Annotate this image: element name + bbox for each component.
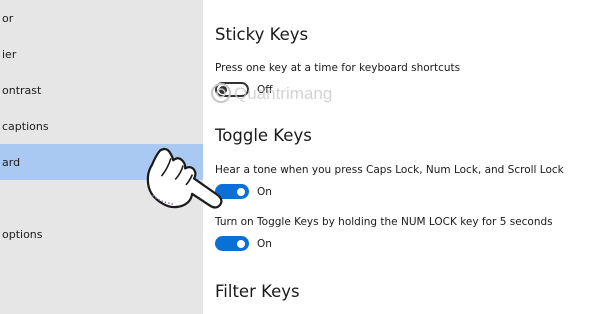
sticky-keys-description: Press one key at a time for keyboard sho… [215, 62, 461, 74]
toggle-keys-numlock-description: Turn on Toggle Keys by holding the NUM L… [215, 216, 553, 228]
sidebar-item-label: ier [2, 47, 17, 61]
sidebar-item-keyboard[interactable]: ard [0, 144, 203, 180]
sticky-keys-toggle-row: Off [215, 82, 273, 97]
sidebar-item-mouse[interactable] [0, 180, 203, 216]
toggle-keys-tone-description: Hear a tone when you press Caps Lock, Nu… [215, 164, 564, 176]
settings-window: or ier ontrast captions ard options Stic… [0, 0, 600, 314]
sidebar: or ier ontrast captions ard options [0, 0, 203, 314]
sidebar-item-narrator[interactable]: or [0, 0, 203, 36]
toggle-knob [237, 187, 245, 196]
main-content: Sticky Keys Press one key at a time for … [203, 0, 600, 314]
sidebar-item-high-contrast[interactable]: ontrast [0, 72, 203, 108]
toggle-keys-numlock-toggle-row: On [215, 236, 272, 251]
toggle-keys-tone-toggle-label: On [257, 185, 272, 198]
filter-keys-heading: Filter Keys [215, 282, 300, 301]
sidebar-item-label: ard [2, 155, 21, 169]
toggle-keys-tone-toggle[interactable] [215, 184, 249, 199]
toggle-keys-numlock-toggle-label: On [257, 237, 272, 250]
sidebar-item-other-options[interactable]: options [0, 216, 203, 252]
toggle-keys-numlock-toggle[interactable] [215, 236, 249, 251]
sidebar-item-closed-captions[interactable]: captions [0, 108, 203, 144]
sticky-keys-heading: Sticky Keys [215, 25, 309, 44]
sticky-keys-toggle[interactable] [215, 82, 249, 97]
sidebar-item-label: or [2, 11, 14, 25]
sidebar-item-magnifier[interactable]: ier [0, 36, 203, 72]
sidebar-item-label: captions [2, 119, 49, 133]
toggle-knob [237, 239, 245, 248]
sticky-keys-toggle-label: Off [257, 83, 273, 96]
toggle-keys-tone-toggle-row: On [215, 184, 272, 199]
sidebar-item-label: options [2, 227, 43, 241]
toggle-knob [219, 85, 227, 94]
toggle-keys-heading: Toggle Keys [215, 126, 312, 145]
sidebar-item-label: ontrast [2, 83, 42, 97]
